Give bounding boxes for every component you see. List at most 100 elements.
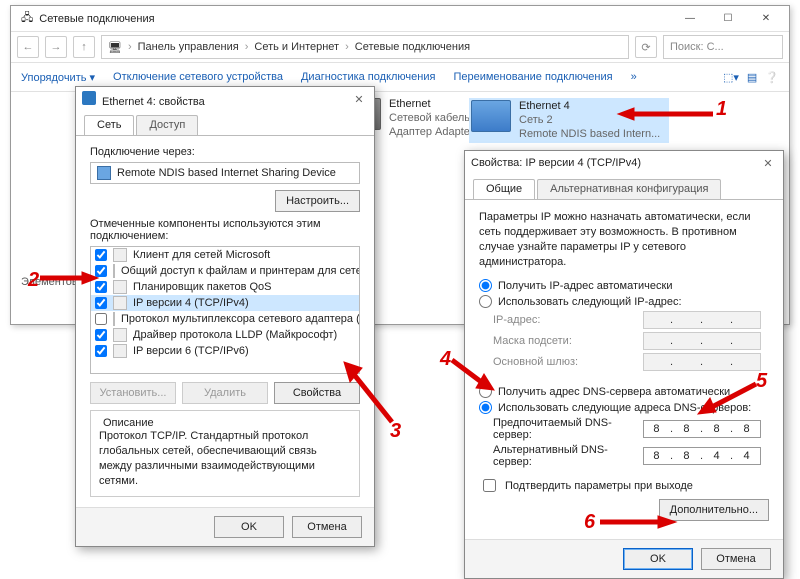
tab-alt-config[interactable]: Альтернативная конфигурация (537, 179, 721, 199)
dns-auto-radio[interactable] (479, 385, 492, 398)
search-input[interactable]: Поиск: С... (663, 35, 783, 59)
nav-back-button[interactable]: ← (17, 36, 39, 58)
component-checkbox[interactable] (95, 281, 107, 293)
component-checkbox[interactable] (95, 249, 107, 261)
nav-forward-button[interactable]: → (45, 36, 67, 58)
dialog-title: Ethernet 4: свойства (102, 96, 205, 108)
organize-menu[interactable]: Упорядочить ▾ (21, 71, 95, 84)
breadcrumb-item[interactable]: Панель управления (138, 41, 239, 53)
device-name: Remote NDIS based Internet Sharing Devic… (117, 167, 336, 179)
components-label: Отмеченные компоненты используются этим … (90, 218, 360, 242)
cancel-button[interactable]: Отмена (292, 516, 362, 538)
dns-manual-radio[interactable] (479, 401, 492, 414)
ip-description: Параметры IP можно назначать автоматичес… (479, 210, 769, 269)
description-text: Протокол TCP/IP. Стандартный протокол гл… (99, 429, 351, 488)
ip-manual-label: Использовать следующий IP-адрес: (498, 296, 682, 308)
ethernet-properties-dialog: Ethernet 4: свойства ✕ Сеть Доступ Подкл… (75, 86, 375, 547)
window-title: Сетевые подключения (39, 13, 154, 25)
connection-name: Ethernet 4 (519, 100, 660, 114)
breadcrumb-item[interactable]: Сетевые подключения (355, 41, 470, 53)
tab-access[interactable]: Доступ (136, 115, 198, 135)
component-label: Клиент для сетей Microsoft (133, 249, 270, 261)
ipv4-properties-dialog: Свойства: IP версии 4 (TCP/IPv4) ✕ Общие… (464, 150, 784, 579)
component-ipv4[interactable]: IP версии 4 (TCP/IPv4) (91, 295, 359, 311)
cancel-button[interactable]: Отмена (701, 548, 771, 570)
component-icon (113, 296, 127, 310)
component-checkbox[interactable] (95, 297, 107, 309)
dns-alternate-field[interactable]: 8. 8. 4. 4 (643, 447, 761, 465)
ip-address-label: IP-адрес: (493, 314, 643, 326)
close-button[interactable]: ✕ (350, 91, 368, 107)
view-icons-button[interactable]: ⬚▾ (723, 71, 739, 84)
breadcrumb[interactable]: 🖥 ›Панель управления ›Сеть и Интернет ›С… (101, 35, 629, 59)
nav-up-button[interactable]: ↑ (73, 36, 95, 58)
dns-alternate-label: Альтернативный DNS-сервер: (493, 444, 643, 468)
install-button[interactable]: Установить... (90, 382, 176, 404)
tab-general[interactable]: Общие (473, 179, 535, 199)
advanced-button[interactable]: Дополнительно... (659, 499, 769, 521)
disable-device-button[interactable]: Отключение сетевого устройства (113, 71, 283, 83)
adapter-icon (471, 100, 511, 132)
component-label: Планировщик пакетов QoS (133, 281, 272, 293)
component-icon (113, 248, 127, 262)
uninstall-button[interactable]: Удалить (182, 382, 268, 404)
components-list[interactable]: Клиент для сетей Microsoft Общий доступ … (90, 246, 360, 374)
rename-button[interactable]: Переименование подключения (453, 71, 612, 83)
properties-button[interactable]: Свойства (274, 382, 360, 404)
connection-ethernet4[interactable]: Ethernet 4 Сеть 2 Remote NDIS based Inte… (469, 98, 669, 143)
breadcrumb-item[interactable]: Сеть и Интернет (254, 41, 339, 53)
component-label: Драйвер протокола LLDP (Майкрософт) (133, 329, 337, 341)
ip-auto-label: Получить IP-адрес автоматически (498, 280, 672, 292)
toolbar-overflow[interactable]: » (631, 71, 637, 83)
search-placeholder: Поиск: С... (670, 41, 724, 53)
component-icon (113, 264, 115, 278)
component-label: Общий доступ к файлам и принтерам для се… (121, 265, 360, 277)
device-box: Remote NDIS based Internet Sharing Devic… (90, 162, 360, 184)
component-checkbox[interactable] (95, 329, 107, 341)
subnet-mask-label: Маска подсети: (493, 335, 643, 347)
minimize-button[interactable]: — (671, 7, 709, 31)
dns-auto-label: Получить адрес DNS-сервера автоматически (498, 386, 730, 398)
tab-network[interactable]: Сеть (84, 115, 134, 135)
confirm-on-exit-label: Подтвердить параметры при выходе (505, 480, 693, 492)
component-label: IP версии 6 (TCP/IPv6) (133, 345, 249, 357)
close-button[interactable]: ✕ (747, 7, 785, 31)
gateway-label: Основной шлюз: (493, 356, 643, 368)
annotation-3: 3 (390, 420, 401, 443)
dns-preferred-label: Предпочитаемый DNS-сервер: (493, 417, 643, 441)
maximize-button[interactable]: ☐ (709, 7, 747, 31)
network-icon: 🖧 (21, 9, 33, 28)
ip-address-field: ... (643, 311, 761, 329)
refresh-button[interactable]: ⟳ (635, 36, 657, 58)
component-checkbox[interactable] (95, 313, 107, 325)
nic-icon (97, 166, 111, 180)
component-checkbox[interactable] (95, 345, 107, 357)
close-button[interactable]: ✕ (759, 155, 777, 171)
dialog-title: Свойства: IP версии 4 (TCP/IPv4) (471, 157, 641, 169)
connection-device: Remote NDIS based Intern... (519, 128, 660, 142)
ok-button[interactable]: OK (214, 516, 284, 538)
gateway-field: ... (643, 353, 761, 371)
confirm-on-exit-checkbox[interactable] (483, 479, 496, 492)
subnet-mask-field: ... (643, 332, 761, 350)
component-icon (113, 344, 127, 358)
diagnose-button[interactable]: Диагностика подключения (301, 71, 435, 83)
ok-button[interactable]: OK (623, 548, 693, 570)
component-icon (113, 328, 127, 342)
component-label: Протокол мультиплексора сетевого адаптер… (121, 313, 360, 325)
help-button[interactable]: ❔ (765, 71, 779, 84)
component-label: IP версии 4 (TCP/IPv4) (133, 297, 249, 309)
component-checkbox[interactable] (95, 265, 107, 277)
view-details-button[interactable]: ▤ (747, 71, 757, 84)
connection-status: Сеть 2 (519, 114, 660, 128)
dns-preferred-field[interactable]: 8. 8. 8. 8 (643, 420, 761, 438)
dns-manual-label: Использовать следующие адреса DNS-сервер… (498, 402, 751, 414)
ip-manual-radio[interactable] (479, 295, 492, 308)
component-icon (113, 280, 127, 294)
ip-auto-radio[interactable] (479, 279, 492, 292)
component-icon (113, 312, 115, 326)
dialog-icon (82, 91, 96, 105)
annotation-4: 4 (440, 348, 451, 371)
configure-button[interactable]: Настроить... (275, 190, 360, 212)
connect-via-label: Подключение через: (90, 146, 360, 158)
